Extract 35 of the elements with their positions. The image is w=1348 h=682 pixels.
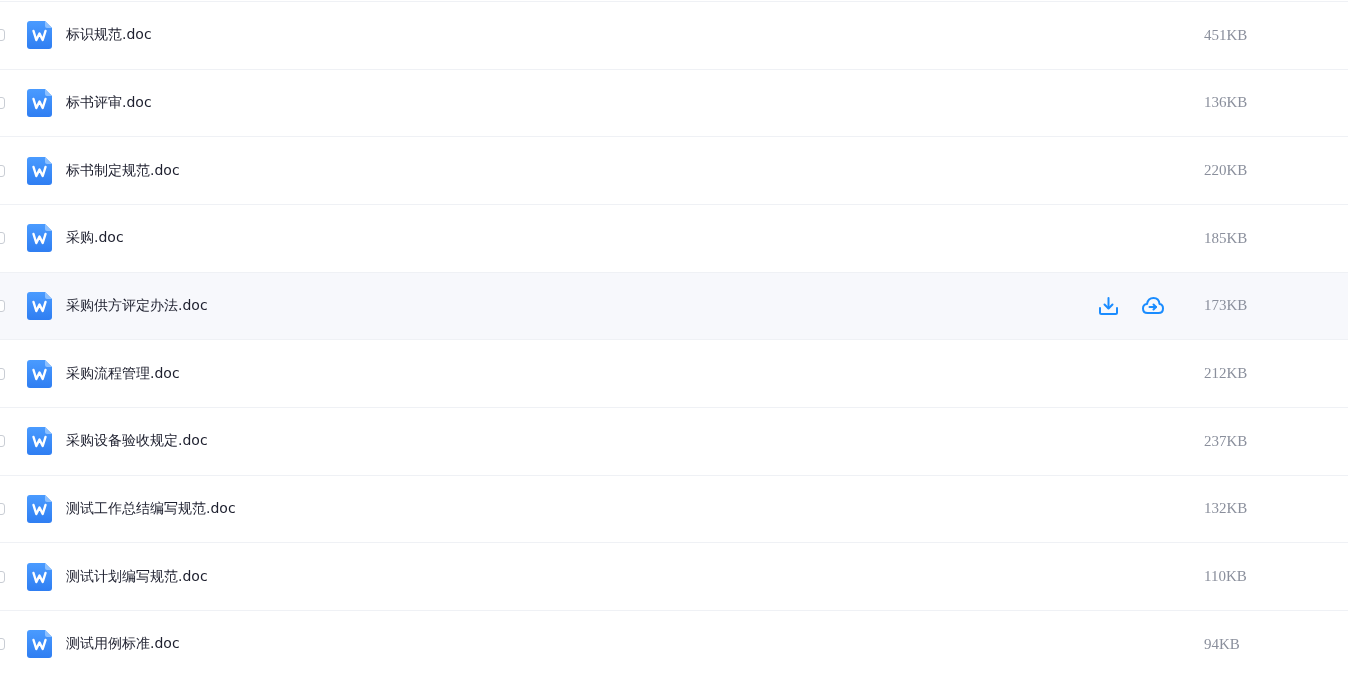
word-document-icon (27, 291, 52, 320)
word-document-icon (27, 494, 52, 523)
file-size: 94KB (1204, 635, 1241, 653)
word-document-icon (27, 156, 52, 185)
file-size: 212KB (1204, 365, 1249, 383)
file-name: 标书制定规范.doc (66, 161, 181, 180)
file-size: 185KB (1204, 229, 1249, 247)
file-size: 220KB (1204, 162, 1249, 180)
download-icon (1099, 296, 1118, 315)
file-name: 采购供方评定办法.doc (66, 296, 209, 315)
file-name: 测试用例标准.doc (66, 635, 181, 654)
word-document-icon (27, 427, 52, 456)
file-size: 136KB (1204, 94, 1249, 112)
save-to-cloud-button[interactable] (1142, 297, 1164, 315)
file-size: 110KB (1204, 568, 1248, 586)
word-document-icon (27, 562, 52, 591)
word-document-icon (27, 89, 52, 117)
download-button[interactable] (1099, 296, 1118, 315)
file-name: 标识规范.doc (66, 26, 153, 45)
file-row[interactable]: 采购供方评定办法.doc 173KB (0, 271, 1348, 340)
file-name: 采购.doc (66, 229, 125, 248)
word-document-icon (27, 630, 52, 659)
file-size: 173KB (1204, 297, 1249, 315)
cloud-arrow-icon (1142, 297, 1164, 315)
file-name: 标书评审.doc (66, 94, 153, 112)
file-name: 测试计划编写规范.doc (66, 567, 209, 586)
file-name: 测试工作总结编写规范.doc (66, 499, 237, 518)
word-document-icon (27, 21, 52, 50)
word-document-icon (27, 359, 52, 388)
file-size: 451KB (1204, 26, 1249, 44)
word-document-icon (27, 224, 52, 253)
file-size: 132KB (1204, 500, 1249, 518)
file-name: 采购流程管理.doc (66, 364, 181, 383)
file-name: 采购设备验收规定.doc (66, 432, 209, 451)
file-size: 237KB (1204, 432, 1249, 450)
